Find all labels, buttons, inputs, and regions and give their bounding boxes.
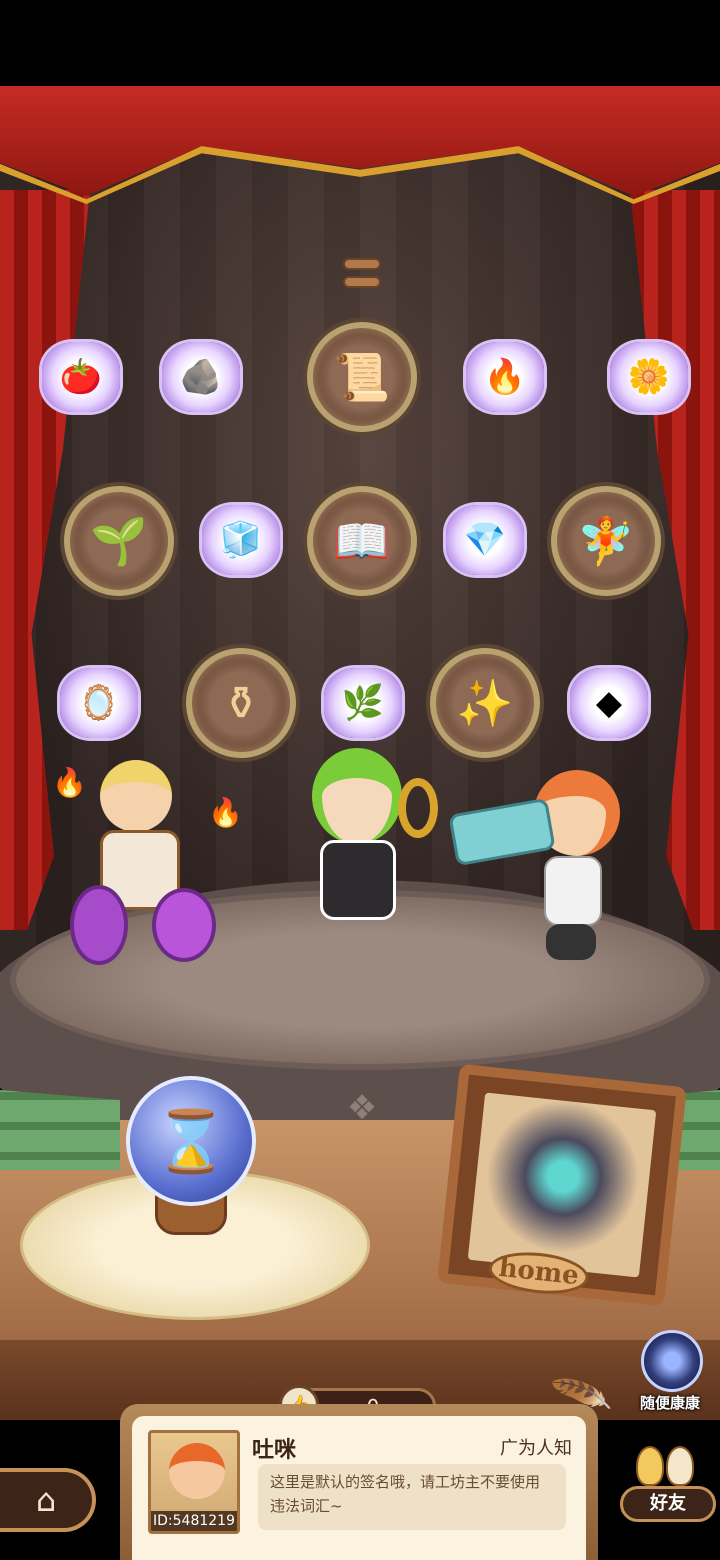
friends-button[interactable]: 好友 — [620, 1440, 718, 1524]
mirror-icon[interactable]: 🪞 — [60, 668, 138, 738]
random-visit-label: 随便康康 — [639, 1394, 700, 1412]
player-nickname: 吐咪 — [252, 1438, 297, 1463]
avatar-face — [169, 1443, 225, 1499]
book-icon[interactable]: 📖 — [307, 486, 417, 596]
herb-icon[interactable]: 🌿 — [324, 668, 402, 738]
profile-card-content: ID:5481219 吐咪 广为人知 这里是默认的签名哦，请工坊主不要使用违法词… — [120, 1404, 598, 1560]
player-id: ID:5481219 — [151, 1511, 237, 1531]
status-bar — [0, 0, 720, 86]
friends-icon — [636, 1440, 700, 1490]
diamond-icon[interactable]: 💎 — [446, 505, 524, 575]
home-picture-frame[interactable]: home — [437, 1063, 687, 1307]
home-icon: ⌂ — [35, 1481, 57, 1519]
fame-level: 广为人知 — [500, 1438, 572, 1459]
ore-pile-icon[interactable]: 🪨 — [162, 342, 240, 412]
random-visit-button[interactable]: 随便康康 — [632, 1330, 712, 1412]
cauldron-icon[interactable]: ⚱ — [186, 648, 296, 758]
flame-icon: 🔥 — [208, 796, 243, 829]
platform-ornament-icon: ❖ — [346, 1088, 378, 1128]
maid-character[interactable] — [298, 748, 438, 938]
avatar[interactable]: ID:5481219 — [148, 1430, 240, 1534]
home-button[interactable]: ⌂ — [0, 1468, 96, 1532]
dark-stone-icon[interactable]: ◆ — [570, 668, 648, 738]
hourglass-icon: ⌛ — [153, 1106, 229, 1177]
sparkle-sprout-icon[interactable]: ✨ — [430, 648, 540, 758]
player-signature[interactable]: 这里是默认的签名哦，请工坊主不要使用违法词汇~ — [258, 1464, 566, 1530]
plant-hand-icon[interactable]: 🌱 — [64, 486, 174, 596]
quest-scroll-icon[interactable]: 📜 — [307, 322, 417, 432]
tomato-icon[interactable]: 🍅 — [42, 342, 120, 412]
wheelchair-character[interactable] — [70, 760, 220, 970]
friends-label: 好友 — [620, 1486, 716, 1522]
cauldron-picture — [467, 1092, 657, 1278]
fairy-icon[interactable]: 🧚 — [551, 486, 661, 596]
ice-crystal-icon[interactable]: 🧊 — [202, 505, 280, 575]
portal-icon — [641, 1330, 703, 1392]
sign-hanger — [343, 258, 381, 298]
drinking-character[interactable] — [448, 760, 642, 970]
gold-flower-icon[interactable]: 🌼 — [610, 342, 688, 412]
lava-stone-icon[interactable]: 🔥 — [466, 342, 544, 412]
hourglass-crystal-ball-button[interactable]: ⌛ — [126, 1076, 256, 1206]
flame-icon: 🔥 — [52, 766, 87, 799]
